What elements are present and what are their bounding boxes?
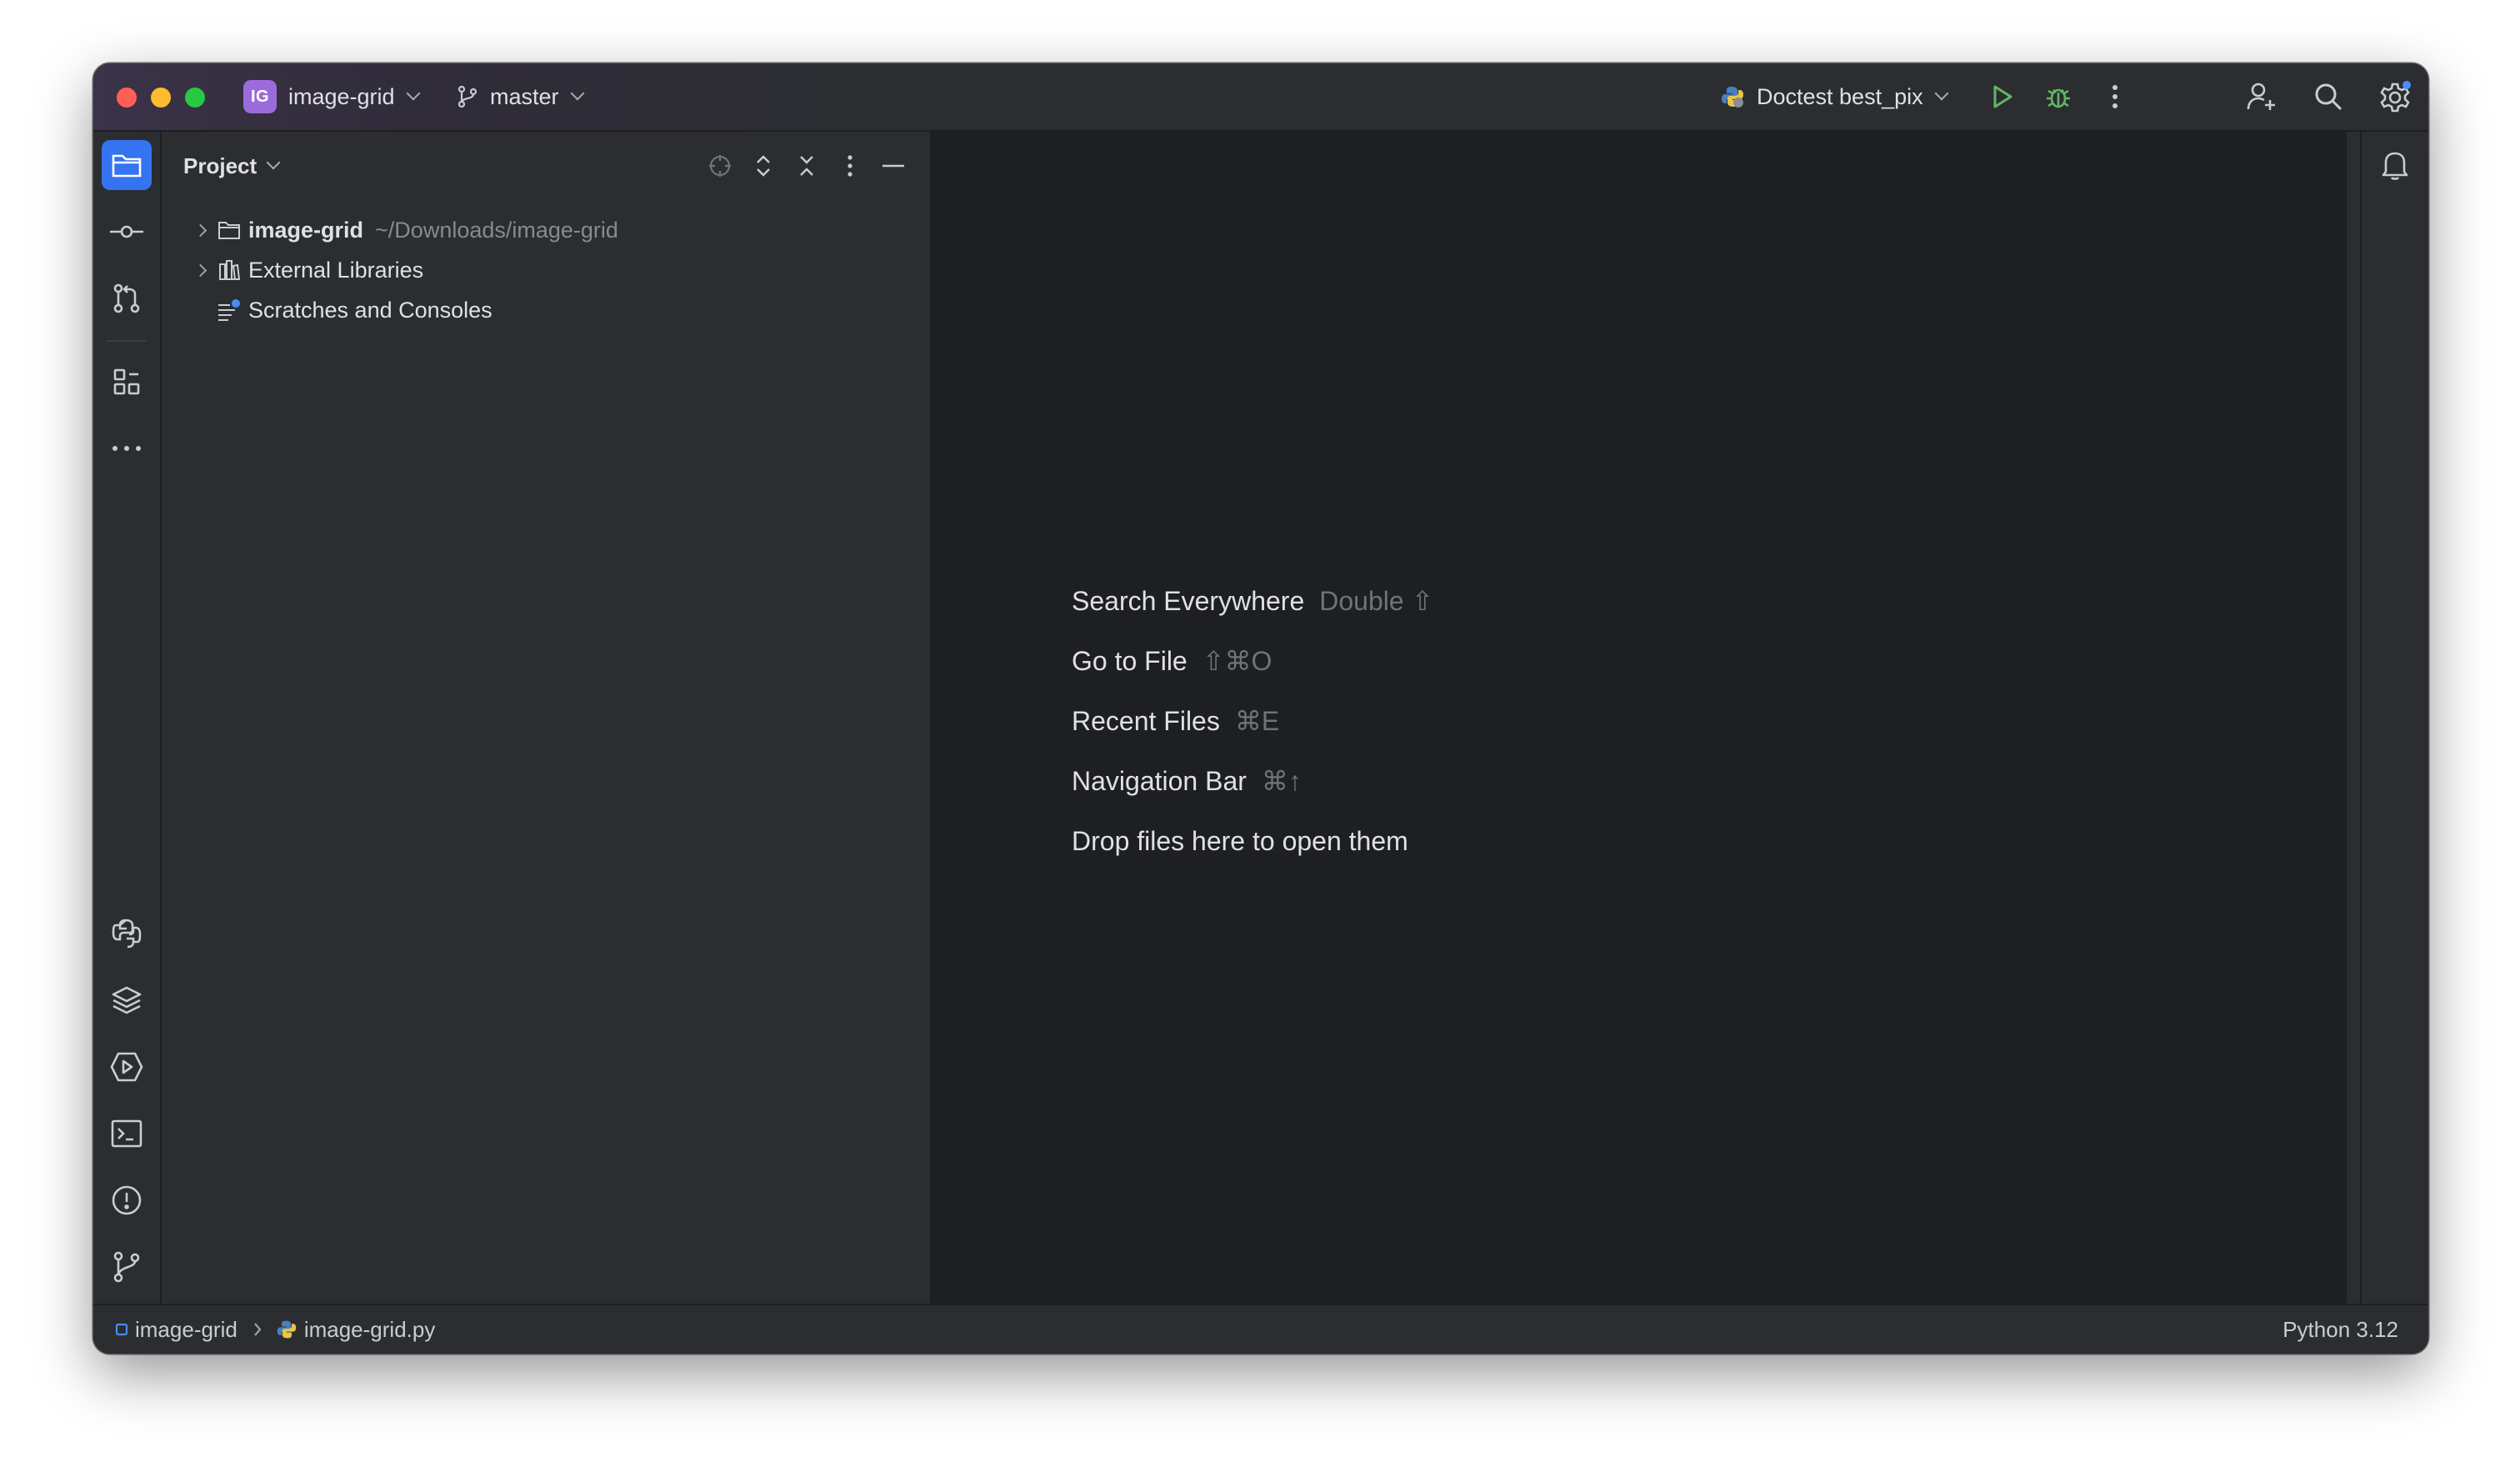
module-icon [115, 1323, 128, 1336]
tree-item-scratches[interactable]: Scratches and Consoles [162, 290, 930, 330]
notifications-button[interactable] [2370, 140, 2420, 190]
project-switcher[interactable]: IG image-grid [243, 63, 421, 130]
close-window-button[interactable] [117, 88, 137, 108]
pull-requests-icon [112, 283, 142, 314]
hint-label: Go to File [1072, 645, 1188, 676]
breadcrumb-project[interactable]: image-grid [135, 1317, 238, 1343]
breadcrumb: image-grid image-grid.py [115, 1305, 435, 1354]
folder-icon [111, 152, 142, 178]
python-console-icon [111, 918, 142, 949]
structure-icon [112, 367, 142, 397]
python-console-tool-button[interactable] [102, 909, 152, 959]
git-tool-button[interactable] [102, 1242, 152, 1292]
pull-requests-tool-button[interactable] [102, 273, 152, 323]
commit-tool-button[interactable] [102, 207, 152, 257]
title-bar: IG image-grid master Doctest best_pix [93, 63, 2428, 132]
chevron-right-icon [252, 1321, 262, 1338]
expand-all-button[interactable] [745, 148, 782, 184]
expand-all-icon [753, 153, 773, 178]
hint-shortcut: ⌘E [1234, 706, 1280, 736]
hint-shortcut: ⇧⌘O [1202, 646, 1272, 676]
minimize-icon [882, 164, 905, 168]
hint-go-to-file: Go to File ⇧⌘O [1072, 639, 1272, 683]
problems-tool-button[interactable] [102, 1175, 152, 1225]
project-badge: IG [243, 80, 277, 113]
git-icon [112, 1251, 141, 1283]
minimize-window-button[interactable] [151, 88, 171, 108]
python-file-icon [276, 1319, 298, 1340]
project-name: image-grid [288, 83, 395, 109]
panel-title: Project [183, 153, 258, 178]
crosshair-icon [708, 153, 732, 178]
panel-options-button[interactable] [832, 148, 868, 184]
ide-window: IG image-grid master Doctest best_pix Pr… [93, 63, 2428, 1354]
hint-shortcut: ⌘↑ [1261, 766, 1302, 796]
tree-item-project-root[interactable]: image-grid ~/Downloads/image-grid [162, 210, 930, 250]
kebab-menu-icon [847, 154, 853, 178]
hide-panel-button[interactable] [875, 148, 912, 184]
tree-item-label: Scratches and Consoles [248, 297, 492, 323]
chevron-right-icon[interactable] [190, 250, 210, 290]
chevron-right-icon[interactable] [190, 210, 210, 250]
project-panel: Project image-grid ~/Downloads/image-gri… [162, 132, 932, 1304]
run-button[interactable] [1983, 78, 2020, 115]
hint-recent-files: Recent Files ⌘E [1072, 699, 1279, 743]
more-actions-button[interactable] [2097, 78, 2133, 115]
terminal-tool-button[interactable] [102, 1109, 152, 1159]
hint-navigation-bar: Navigation Bar ⌘↑ [1072, 759, 1302, 803]
python-run-config-icon [1720, 84, 1745, 109]
collapse-all-icon [797, 153, 817, 178]
branch-name: master [490, 83, 559, 109]
left-tool-strip [93, 132, 162, 1304]
layers-icon [111, 984, 142, 1016]
tree-item-label: External Libraries [248, 257, 424, 283]
more-icon [112, 445, 142, 452]
services-icon [110, 1051, 143, 1083]
commit-icon [110, 223, 143, 240]
run-config-selector[interactable]: Doctest best_pix [1720, 63, 1949, 130]
editor-area[interactable]: Search Everywhere Double ⇧ Go to File ⇧⌘… [932, 132, 2347, 1304]
hint-label: Drop files here to open them [1072, 825, 1408, 856]
settings-gear-icon[interactable] [2377, 78, 2413, 115]
more-tool-windows-button[interactable] [102, 423, 152, 473]
hint-label: Navigation Bar [1072, 765, 1247, 796]
chevron-down-icon [570, 86, 585, 101]
bell-icon [2381, 149, 2409, 181]
tree-item-path: ~/Downloads/image-grid [375, 217, 618, 243]
breadcrumb-file[interactable]: image-grid.py [304, 1317, 436, 1343]
code-with-me-button[interactable] [2243, 78, 2280, 115]
project-tool-button[interactable] [102, 140, 152, 190]
terminal-icon [111, 1119, 142, 1148]
hint-label: Search Everywhere [1072, 585, 1305, 616]
tree-item-label: image-grid [248, 217, 364, 243]
chevron-down-icon [406, 86, 421, 101]
python-interpreter-selector[interactable]: Python 3.12 [2282, 1305, 2398, 1354]
chevron-down-icon [1934, 86, 1949, 101]
hint-drop-files: Drop files here to open them [1072, 819, 1408, 863]
branch-icon [457, 85, 478, 108]
status-bar: image-grid image-grid.py Python 3.12 [93, 1304, 2428, 1354]
chevron-down-icon [266, 155, 281, 170]
problems-icon [111, 1184, 142, 1216]
right-tool-strip [2360, 132, 2428, 1304]
interpreter-label: Python 3.12 [2282, 1316, 2398, 1342]
search-icon[interactable] [2310, 78, 2347, 115]
scratches-icon [217, 290, 242, 330]
debug-button[interactable] [2040, 78, 2077, 115]
hint-search-everywhere: Search Everywhere Double ⇧ [1072, 579, 1433, 623]
library-icon [217, 250, 242, 290]
structure-tool-button[interactable] [102, 357, 152, 407]
maximize-window-button[interactable] [185, 88, 205, 108]
hint-label: Recent Files [1072, 705, 1220, 736]
layers-tool-button[interactable] [102, 975, 152, 1025]
folder-icon [217, 210, 242, 250]
select-opened-file-button[interactable] [702, 148, 738, 184]
hint-shortcut: Double ⇧ [1319, 586, 1434, 616]
run-config-name: Doctest best_pix [1757, 83, 1923, 109]
project-view-selector[interactable]: Project [183, 132, 281, 200]
tree-item-external-libraries[interactable]: External Libraries [162, 250, 930, 290]
collapse-all-button[interactable] [788, 148, 825, 184]
services-tool-button[interactable] [102, 1042, 152, 1092]
branch-switcher[interactable]: master [457, 63, 585, 130]
